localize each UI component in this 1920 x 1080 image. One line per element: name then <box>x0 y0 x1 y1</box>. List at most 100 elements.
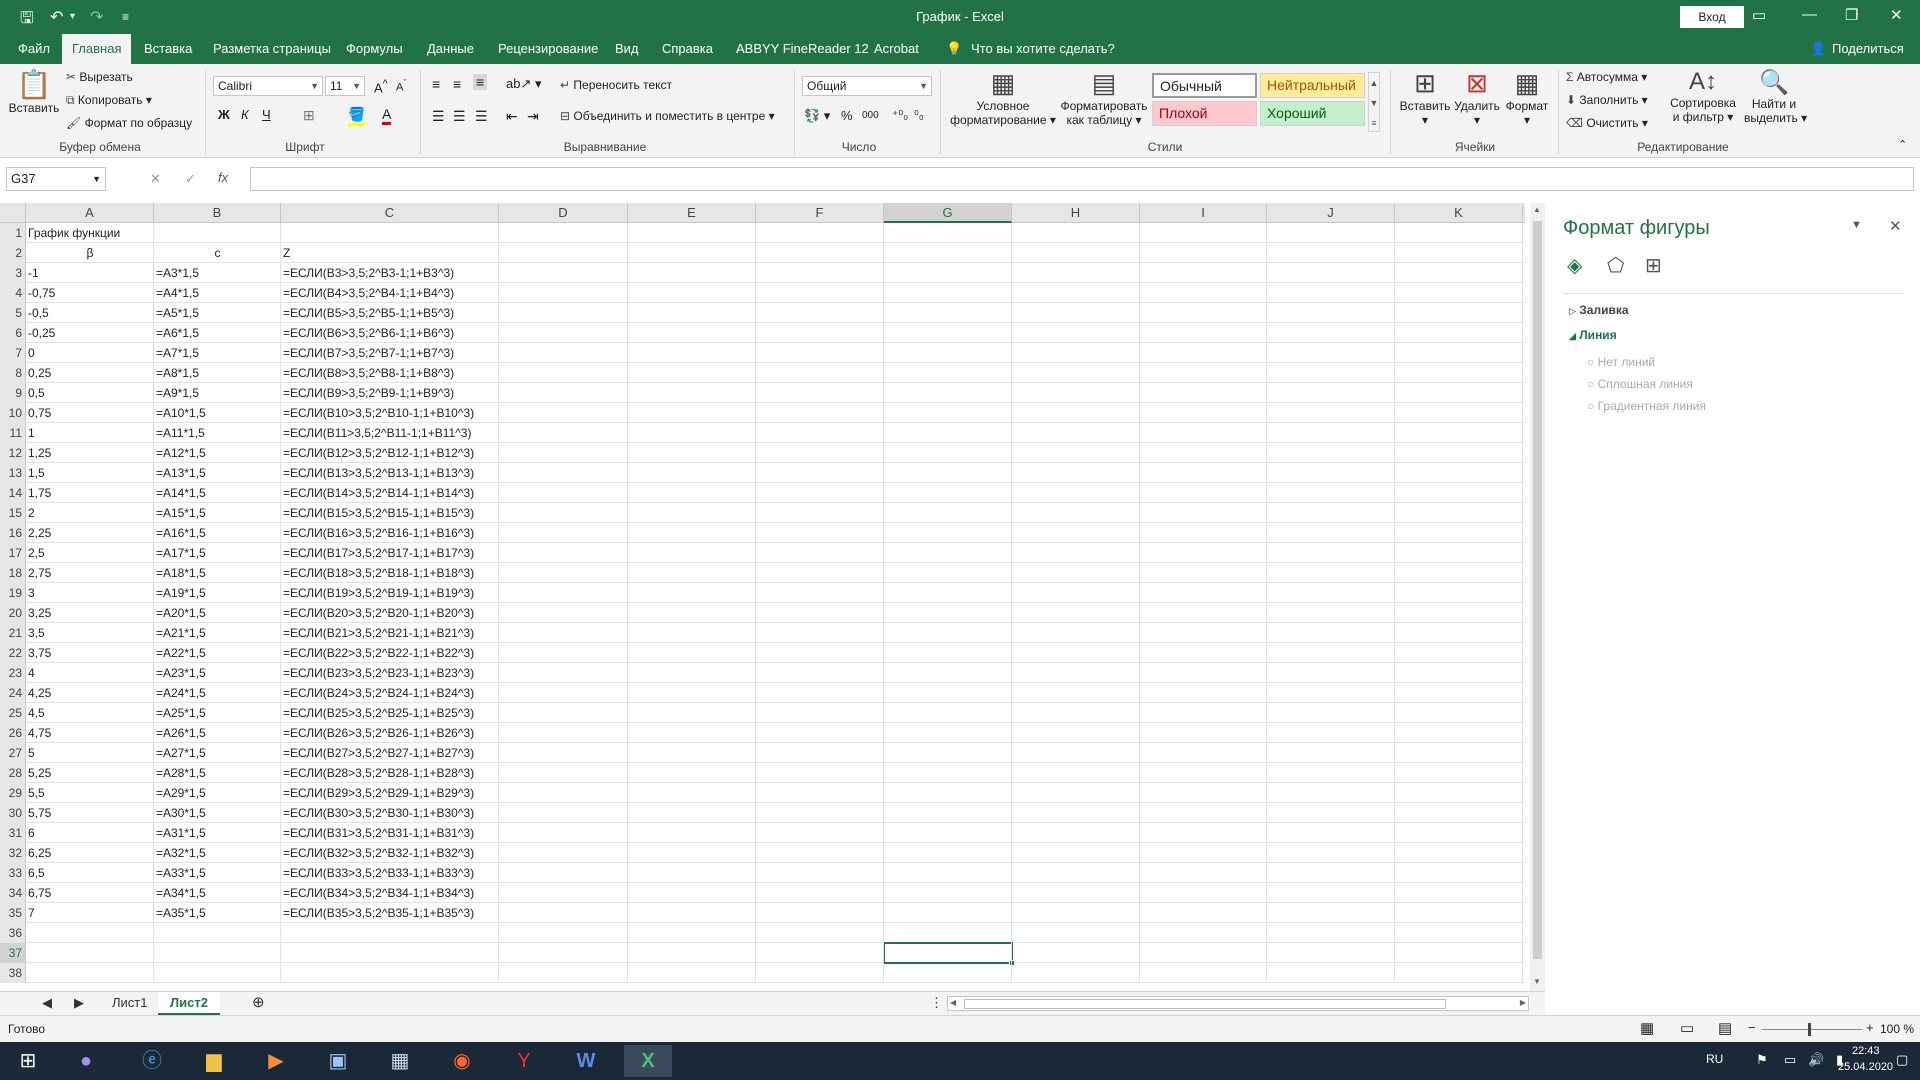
align-left-icon[interactable]: ☰ <box>432 108 445 125</box>
excel-icon[interactable]: X <box>624 1045 672 1077</box>
cell-a[interactable]: β <box>26 243 154 263</box>
cell-c[interactable]: =ЕСЛИ(B33>3,5;2^B33-1;1+B33^3) <box>281 863 499 883</box>
italic-button[interactable]: К <box>241 107 249 122</box>
cell-b[interactable]: =A19*1,5 <box>154 583 281 603</box>
sheet-tab-2[interactable]: Лист2 <box>158 992 220 1016</box>
decrease-indent-icon[interactable]: ⇤ <box>506 108 518 125</box>
scroll-down-icon[interactable]: ▼ <box>1533 977 1541 986</box>
row-header[interactable]: 19 <box>0 583 26 603</box>
zoom-out-button[interactable]: − <box>1748 1020 1756 1035</box>
column-header-a[interactable]: A <box>26 203 154 223</box>
media-player-icon[interactable]: ▶ <box>252 1045 300 1077</box>
style-normal[interactable]: Обычный <box>1152 73 1257 98</box>
cell-a[interactable]: 1,75 <box>26 483 154 503</box>
page-layout-view-icon[interactable]: ▭ <box>1680 1019 1694 1037</box>
cell-b[interactable]: =A24*1,5 <box>154 683 281 703</box>
cell-b[interactable]: =A6*1,5 <box>154 323 281 343</box>
cell-c[interactable]: =ЕСЛИ(B35>3,5;2^B35-1;1+B35^3) <box>281 903 499 923</box>
row-header[interactable]: 5 <box>0 303 26 323</box>
row-header[interactable]: 10 <box>0 403 26 423</box>
cell-a[interactable]: 2 <box>26 503 154 523</box>
formula-input[interactable] <box>250 167 1914 191</box>
style-bad[interactable]: Плохой <box>1152 101 1257 126</box>
cell-c[interactable]: =ЕСЛИ(B17>3,5;2^B17-1;1+B17^3) <box>281 543 499 563</box>
cell-a[interactable]: -1 <box>26 263 154 283</box>
clock-time[interactable]: 22:43 <box>1852 1045 1880 1057</box>
solid-line-option[interactable]: ○ Сплошная линия <box>1587 377 1693 391</box>
wrap-text-button[interactable]: ↵ Переносить текст <box>560 78 672 92</box>
file-explorer-icon[interactable]: ▆ <box>190 1045 238 1077</box>
cell-b[interactable]: =A5*1,5 <box>154 303 281 323</box>
align-top-icon[interactable]: ≡ <box>432 76 440 92</box>
cell-b[interactable]: =A21*1,5 <box>154 623 281 643</box>
cell-c[interactable]: =ЕСЛИ(B27>3,5;2^B27-1;1+B27^3) <box>281 743 499 763</box>
row-header[interactable]: 33 <box>0 863 26 883</box>
row-header[interactable]: 6 <box>0 323 26 343</box>
cell-c[interactable] <box>281 943 499 963</box>
row-header[interactable]: 24 <box>0 683 26 703</box>
selected-cell-outline[interactable] <box>883 942 1013 964</box>
row-header[interactable]: 31 <box>0 823 26 843</box>
close-button[interactable]: ✕ <box>1890 6 1903 24</box>
network-computer-icon[interactable]: ▣ <box>314 1045 362 1077</box>
cell-c[interactable]: =ЕСЛИ(B5>3,5;2^B5-1;1+B5^3) <box>281 303 499 323</box>
row-header[interactable]: 1 <box>0 223 26 243</box>
vertical-scroll-thumb[interactable] <box>1533 221 1542 959</box>
copy-button[interactable]: ⧉ Копировать ▾ <box>66 93 152 108</box>
orientation-icon[interactable]: ab↗ ▾ <box>506 76 542 92</box>
sheet-tab-1[interactable]: Лист1 <box>100 992 159 1016</box>
row-header[interactable]: 36 <box>0 923 26 943</box>
tab-abbyy[interactable]: ABBYY FineReader 12 <box>726 34 879 64</box>
cell-b[interactable] <box>154 223 281 243</box>
cell-a[interactable]: 0 <box>26 343 154 363</box>
cell-b[interactable]: =A9*1,5 <box>154 383 281 403</box>
tab-insert[interactable]: Вставка <box>134 34 202 64</box>
cell-b[interactable]: =A7*1,5 <box>154 343 281 363</box>
row-header[interactable]: 9 <box>0 383 26 403</box>
cell-a[interactable]: -0,75 <box>26 283 154 303</box>
cell-b[interactable]: =A8*1,5 <box>154 363 281 383</box>
cell-b[interactable] <box>154 943 281 963</box>
cell-c[interactable]: =ЕСЛИ(B16>3,5;2^B16-1;1+B16^3) <box>281 523 499 543</box>
cell-a[interactable]: 6,25 <box>26 843 154 863</box>
tab-file[interactable]: Файл <box>8 34 60 64</box>
tab-home[interactable]: Главная <box>62 34 132 64</box>
cell-a[interactable]: 0,75 <box>26 403 154 423</box>
calculator-icon[interactable]: ▦ <box>376 1045 424 1077</box>
vertical-scrollbar[interactable]: ▲ ▼ <box>1530 203 1545 991</box>
cell-a[interactable]: 4,5 <box>26 703 154 723</box>
format-as-table-button[interactable]: ▤ Форматировать как таблицу ▾ <box>1056 68 1152 127</box>
cell-c[interactable]: =ЕСЛИ(B30>3,5;2^B30-1;1+B30^3) <box>281 803 499 823</box>
cell-c[interactable]: =ЕСЛИ(B12>3,5;2^B12-1;1+B12^3) <box>281 443 499 463</box>
font-family-select[interactable]: Calibri ▼ <box>213 76 323 96</box>
style-good[interactable]: Хороший <box>1260 101 1365 126</box>
delete-cells-button[interactable]: ⊠ Удалить ▾ <box>1452 68 1502 127</box>
cut-button[interactable]: ✂ Вырезать <box>66 70 133 84</box>
row-header[interactable]: 15 <box>0 503 26 523</box>
tab-review[interactable]: Рецензирование <box>488 34 608 64</box>
prev-sheet-icon[interactable]: ◀ <box>30 992 64 1016</box>
cell-c[interactable]: =ЕСЛИ(B22>3,5;2^B22-1;1+B22^3) <box>281 643 499 663</box>
cell-a[interactable]: График функции <box>26 223 154 243</box>
cell-a[interactable]: 3,25 <box>26 603 154 623</box>
line-section-toggle[interactable]: ◢ Линия <box>1569 328 1617 342</box>
cell-b[interactable]: c <box>154 243 281 263</box>
cell-a[interactable]: 1,5 <box>26 463 154 483</box>
panel-options-icon[interactable]: ▼ <box>1851 219 1862 231</box>
cell-b[interactable]: =A27*1,5 <box>154 743 281 763</box>
column-header-b[interactable]: B <box>154 203 281 223</box>
alice-assistant-icon[interactable]: ● <box>62 1045 110 1077</box>
clear-button[interactable]: ⌫ Очистить ▾ <box>1566 116 1648 130</box>
cell-a[interactable]: 1 <box>26 423 154 443</box>
column-header-j[interactable]: J <box>1267 203 1395 223</box>
maximize-button[interactable]: ❐ <box>1845 6 1858 24</box>
find-select-button[interactable]: 🔍 Найти и выделить ▾ <box>1744 68 1807 125</box>
cell-c[interactable]: =ЕСЛИ(B7>3,5;2^B7-1;1+B7^3) <box>281 343 499 363</box>
underline-button[interactable]: Ч <box>262 107 271 122</box>
cell-b[interactable]: =A13*1,5 <box>154 463 281 483</box>
cell-a[interactable]: 6 <box>26 823 154 843</box>
cell-a[interactable]: 2,75 <box>26 563 154 583</box>
cell-c[interactable]: =ЕСЛИ(B25>3,5;2^B25-1;1+B25^3) <box>281 703 499 723</box>
column-header-d[interactable]: D <box>499 203 628 223</box>
cell-b[interactable] <box>154 923 281 943</box>
